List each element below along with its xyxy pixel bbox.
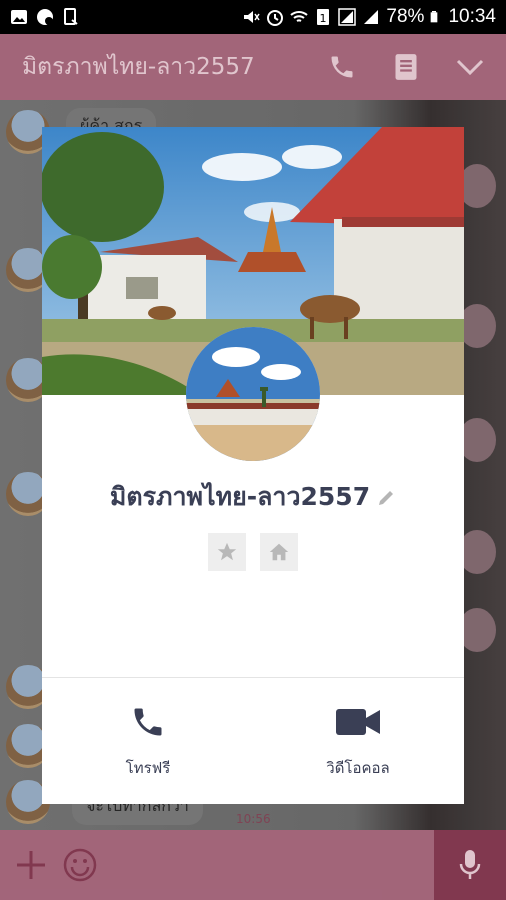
profile-actions [42, 533, 464, 571]
alarm-icon [267, 10, 284, 26]
pencil-icon[interactable] [376, 488, 396, 508]
video-call-label: วิดีโอคอล [326, 759, 390, 777]
image-icon [11, 10, 27, 24]
phone-icon [134, 708, 162, 736]
message-icon [37, 9, 53, 25]
signal-box-icon [338, 8, 357, 26]
signal-icon [364, 10, 379, 24]
profile-name-row: มิตรภาพไทย-ลาว2557 [42, 477, 464, 517]
profile-name: มิตรภาพไทย-ลาว2557 [109, 482, 371, 511]
profile-card: มิตรภาพไทย-ลาว2557 โทรฟรี วิดีโอคอล [42, 127, 464, 804]
home-icon [269, 543, 289, 561]
star-icon [217, 542, 237, 561]
free-call-button[interactable]: โทรฟรี [68, 702, 228, 780]
profile-avatar[interactable] [186, 327, 320, 461]
battery-percent: 78% [386, 6, 425, 27]
mute-icon [244, 11, 261, 23]
wifi-icon [290, 11, 309, 22]
battery-icon [431, 11, 438, 23]
sim-icon: 1 [317, 9, 330, 25]
svg-text:1: 1 [320, 12, 327, 25]
favorite-button[interactable] [208, 533, 246, 571]
status-bar: 1 78% 10:34 [0, 0, 506, 34]
divider [42, 677, 464, 678]
device-icon [64, 8, 78, 25]
video-call-button[interactable]: วิดีโอคอล [278, 702, 438, 780]
clock: 10:34 [448, 6, 496, 27]
free-call-label: โทรฟรี [125, 759, 171, 777]
video-camera-icon [336, 709, 380, 735]
home-button[interactable] [260, 533, 298, 571]
